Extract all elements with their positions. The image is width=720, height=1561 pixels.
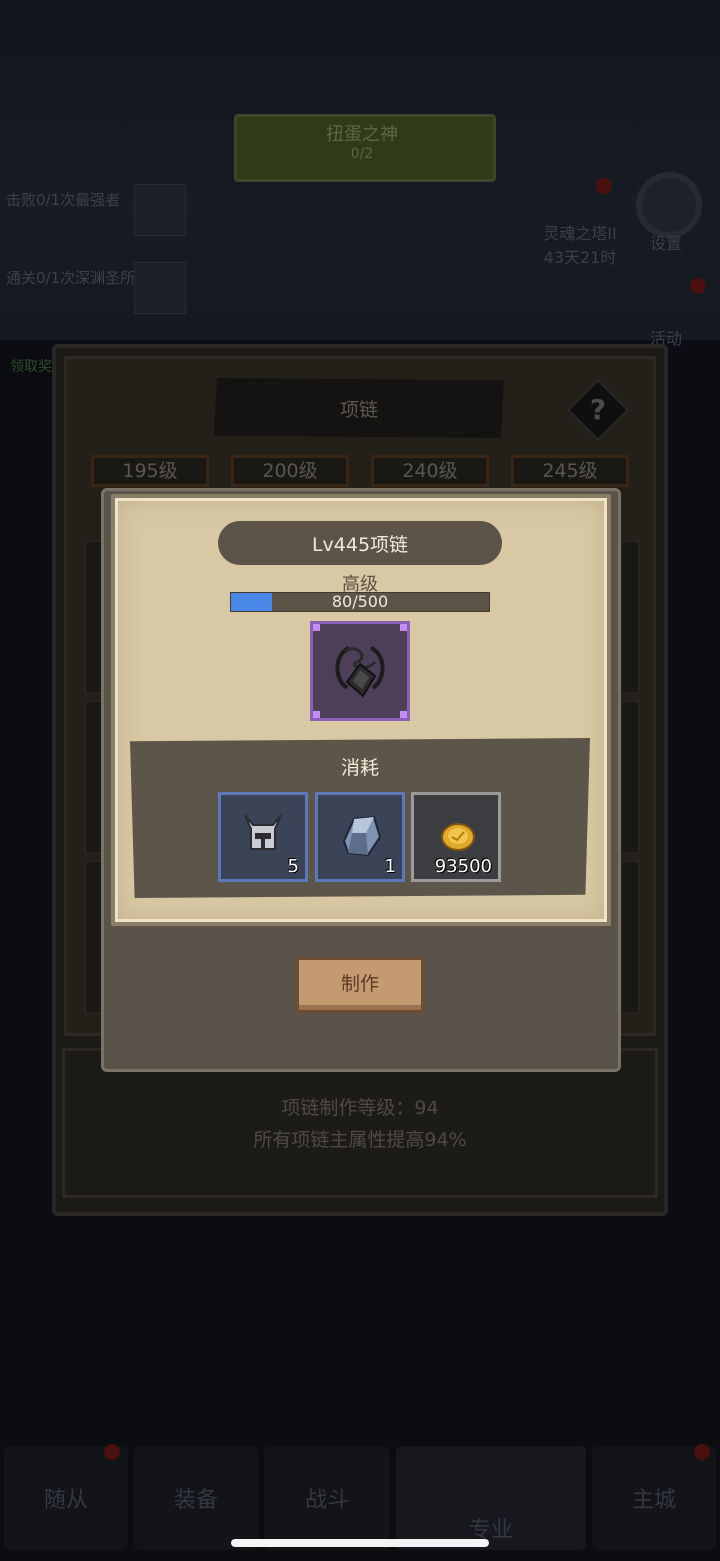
home-indicator[interactable] bbox=[231, 1539, 489, 1547]
cost-title: 消耗 bbox=[340, 757, 379, 779]
crafting-panel-title: 项链 bbox=[339, 399, 378, 421]
material-count: 5 bbox=[287, 856, 299, 877]
material-count: 93500 bbox=[434, 856, 492, 877]
settings-label: 设置 bbox=[650, 234, 683, 253]
material-slot-helmet[interactable]: 5 bbox=[218, 792, 308, 882]
quest-text-2[interactable]: 通关0/1次深渊圣所 bbox=[6, 268, 136, 288]
craft-level-label: 项链制作等级：94 bbox=[281, 1097, 439, 1119]
progress-text: 80/500 bbox=[331, 592, 389, 611]
list-slot[interactable] bbox=[620, 540, 640, 694]
level-tab-240[interactable]: 240级 bbox=[371, 455, 489, 487]
slot-corner bbox=[313, 624, 320, 631]
helmet-icon bbox=[244, 814, 282, 850]
slot-corner bbox=[400, 624, 407, 631]
event-timer: 43天21时 bbox=[543, 248, 617, 267]
material-slot-gold[interactable]: 93500 bbox=[411, 792, 501, 882]
material-slot-ore[interactable]: 1 bbox=[315, 792, 405, 882]
quest-icon-2 bbox=[134, 262, 186, 314]
ore-icon bbox=[342, 815, 382, 857]
nav-alert-dot bbox=[694, 1444, 710, 1460]
gacha-banner-count: 0/2 bbox=[350, 146, 374, 162]
event-alert-dot bbox=[596, 178, 612, 194]
nav-tab-equipment[interactable]: 装备 bbox=[134, 1446, 258, 1550]
gacha-banner-title: 扭蛋之神 bbox=[326, 124, 398, 145]
necklace-icon bbox=[335, 646, 385, 698]
slot-corner bbox=[313, 711, 320, 718]
gold-coin-icon bbox=[441, 823, 475, 851]
help-icon[interactable]: ? bbox=[576, 388, 620, 432]
activity-alert-dot bbox=[690, 278, 706, 294]
bonus-text: 所有项链主属性提高94% bbox=[253, 1129, 467, 1151]
list-slot[interactable] bbox=[620, 700, 640, 854]
quest-icon-1 bbox=[134, 184, 186, 236]
slot-corner bbox=[400, 711, 407, 718]
list-slot[interactable] bbox=[620, 860, 640, 1014]
item-title: Lv445项链 bbox=[311, 534, 409, 556]
level-tab-245[interactable]: 245级 bbox=[511, 455, 629, 487]
nav-tab-main-city[interactable]: 主城 bbox=[592, 1446, 716, 1550]
level-tab-195[interactable]: 195级 bbox=[91, 455, 209, 487]
craft-button[interactable]: 制作 bbox=[296, 957, 424, 1013]
level-tab-200[interactable]: 200级 bbox=[231, 455, 349, 487]
nav-alert-dot bbox=[104, 1444, 120, 1460]
quest-text-1[interactable]: 击败0/1次最强者 bbox=[6, 190, 136, 210]
settings-gear-icon[interactable] bbox=[636, 172, 702, 238]
item-slot[interactable] bbox=[310, 621, 410, 721]
event-title[interactable]: 灵魂之塔II bbox=[530, 220, 630, 244]
material-count: 1 bbox=[384, 856, 396, 877]
nav-tab-profession[interactable]: 专业 bbox=[396, 1446, 586, 1550]
nav-tab-battle[interactable]: 战斗 bbox=[264, 1446, 390, 1550]
nav-tab-followers[interactable]: 随从 bbox=[4, 1446, 128, 1550]
